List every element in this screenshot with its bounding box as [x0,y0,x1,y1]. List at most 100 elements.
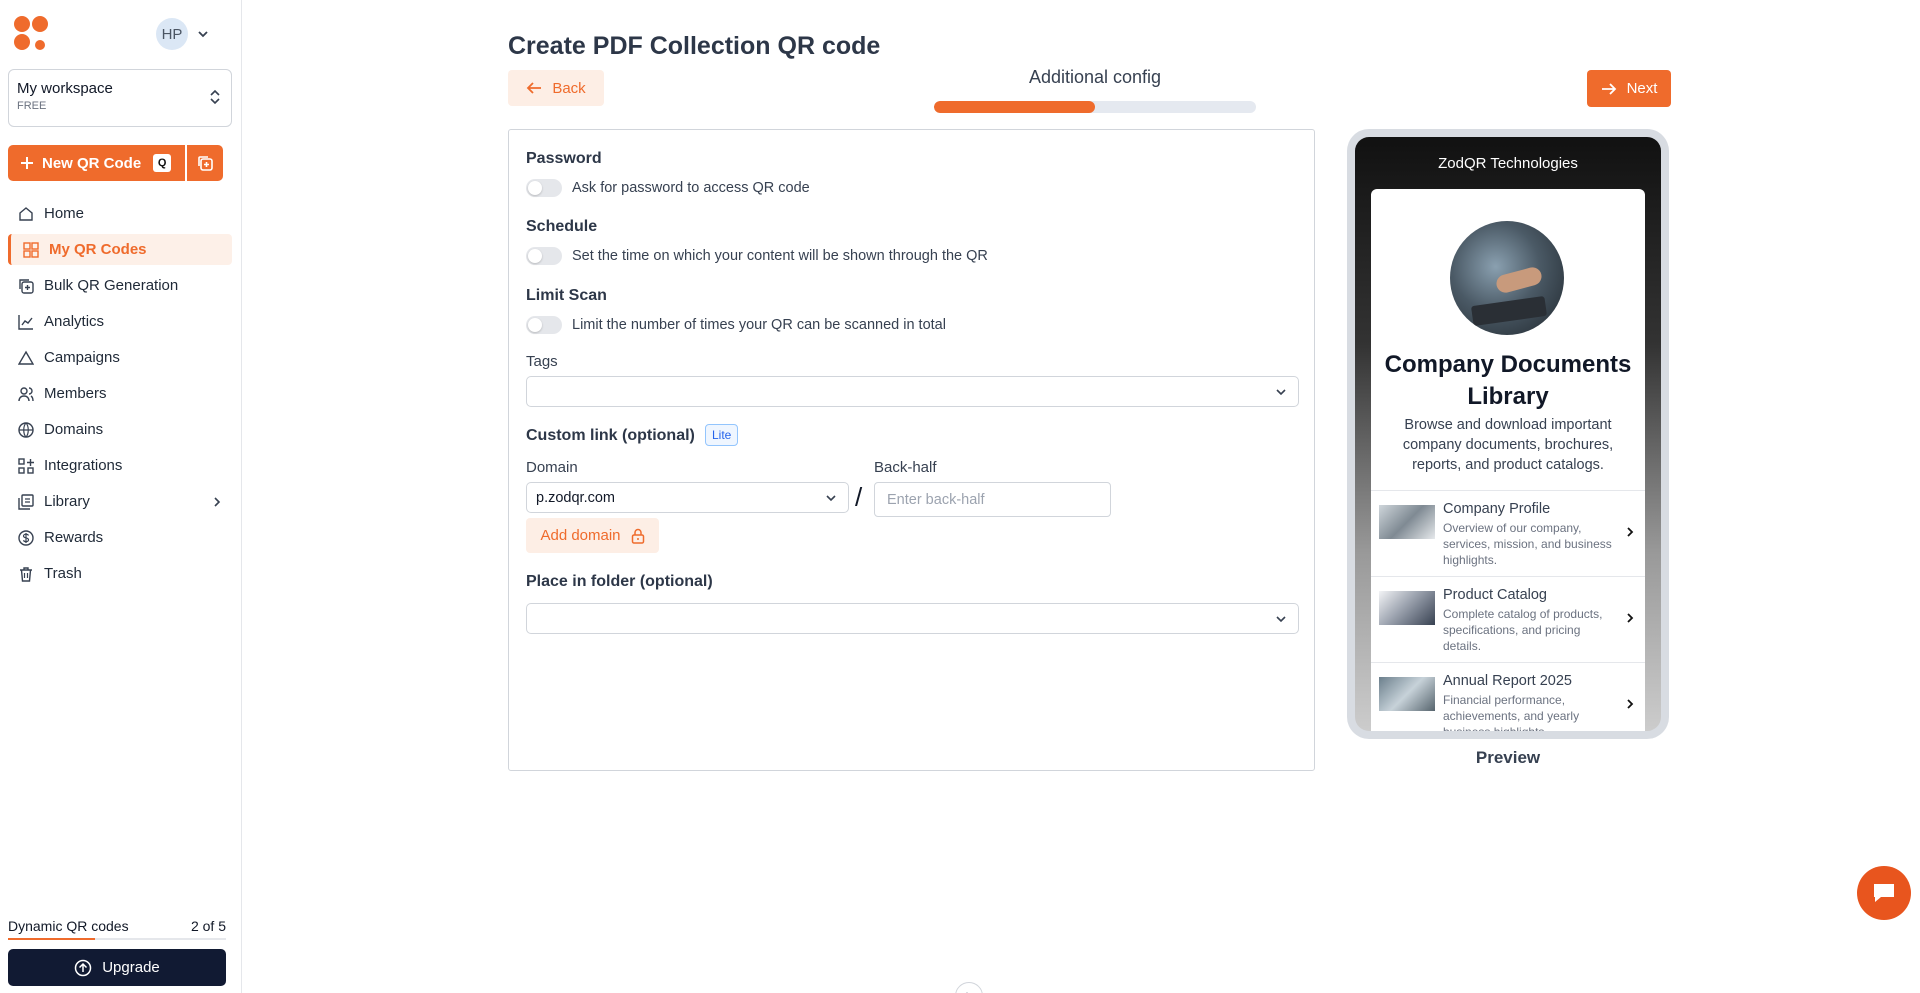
chevron-right-icon [1627,613,1634,623]
preview-title: Company Documents Library [1384,351,1632,410]
sidebar-item-my-qr-codes[interactable]: My QR Codes [8,234,232,265]
new-qr-code-button[interactable]: New QR Code Q [8,145,185,181]
next-button[interactable]: Next [1587,70,1671,107]
domain-label: Domain [526,459,578,476]
sidebar-item-home[interactable]: Home [8,198,232,229]
add-domain-label: Add domain [540,527,621,544]
domain-select[interactable]: p.zodqr.com [526,482,849,513]
upgrade-button[interactable]: Upgrade [8,949,226,986]
trash-icon [20,566,32,582]
qr-quota: Dynamic QR codes 2 of 5 [8,918,226,934]
password-toggle-label: Ask for password to access QR code [572,180,810,196]
schedule-toggle-label: Set the time on which your content will … [572,248,988,264]
sidebar-item-label: Integrations [44,457,123,474]
back-button[interactable]: Back [508,70,604,106]
arrow-left-icon [527,82,542,94]
limit-scan-toggle-row: Limit the number of times your QR can be… [526,316,946,334]
document-item[interactable]: Annual Report 2025 Financial performance… [1371,662,1645,731]
step-progress-bar [934,101,1256,113]
users-icon [18,386,34,401]
sidebar-item-label: My QR Codes [49,241,147,258]
step-label: Additional config [1028,67,1162,87]
preview-description: Browse and download important company do… [1402,417,1614,473]
limit-scan-toggle-label: Limit the number of times your QR can be… [572,317,946,333]
account-menu[interactable]: HP [156,18,210,50]
sidebar-item-label: Analytics [44,313,105,330]
password-toggle[interactable] [526,179,562,197]
folder-select[interactable] [526,603,1299,634]
password-toggle-row: Ask for password to access QR code [526,179,810,197]
page-title: Create PDF Collection QR code [508,32,881,60]
schedule-toggle-row: Set the time on which your content will … [526,247,988,265]
bulk-create-button[interactable] [187,145,223,181]
sidebar-item-campaigns[interactable]: Campaigns [8,342,232,373]
document-title: Annual Report 2025 [1443,673,1572,689]
document-title: Product Catalog [1443,587,1547,603]
phone-screen[interactable]: ZodQR Technologies Company Documents Lib… [1355,137,1661,731]
arrow-right-icon [1601,82,1616,95]
sidebar-item-members[interactable]: Members [8,378,232,409]
tags-label: Tags [526,353,558,370]
document-description: Complete catalog of products, specificat… [1443,607,1603,653]
lock-icon [631,528,644,544]
document-item[interactable]: Company Profile Overview of our company,… [1371,490,1645,576]
chevron-right-icon [1627,527,1634,537]
sidebar-item-integrations[interactable]: Integrations [8,450,232,481]
sidebar: HP My workspace FREE New QR Code Q Home … [0,0,242,993]
chevron-down-icon [1276,616,1286,623]
triangle-icon [18,350,34,365]
sidebar-item-label: Campaigns [44,349,120,366]
upgrade-icon [74,959,92,976]
puzzle-icon [18,457,34,474]
quota-label: Dynamic QR codes [8,918,129,934]
quota-progress-fill [8,938,96,940]
footer-logo[interactable] [955,982,983,993]
lite-badge: Lite [705,424,739,446]
backhalf-input[interactable]: Enter back-half [874,482,1111,517]
sidebar-item-label: Library [44,493,90,510]
sidebar-item-library[interactable]: Library [8,486,232,517]
plus-icon [21,157,33,169]
chart-icon [18,314,33,330]
sidebar-item-label: Home [44,205,85,222]
chevron-up-down-icon [210,89,220,105]
sidebar-item-trash[interactable]: Trash [8,558,232,589]
chat-icon [1874,884,1894,902]
link-separator: / [855,482,863,512]
schedule-toggle[interactable] [526,247,562,265]
copy-plus-icon [19,278,34,294]
sidebar-item-label: Trash [44,565,82,582]
workspace-plan: FREE [17,100,47,112]
sidebar-item-analytics[interactable]: Analytics [8,306,232,337]
password-title: Password [526,150,602,167]
tags-select[interactable] [526,376,1299,407]
home-icon [19,206,33,221]
step-progress-fill [934,101,1095,113]
avatar[interactable]: HP [156,18,188,50]
folder-title: Place in folder (optional) [526,573,713,590]
chat-button[interactable] [1857,866,1911,920]
limit-scan-toggle[interactable] [526,316,562,334]
workspace-name: My workspace [17,80,113,97]
sidebar-nav: Home My QR Codes Bulk QR Generation Anal… [8,198,232,594]
sidebar-item-label: Rewards [44,529,104,546]
workspace-selector[interactable]: My workspace FREE [8,69,232,127]
sidebar-item-rewards[interactable]: Rewards [8,522,232,553]
sidebar-item-bulk-qr-generation[interactable]: Bulk QR Generation [8,270,232,301]
domain-value: p.zodqr.com [536,489,615,506]
document-title: Company Profile [1443,501,1551,517]
sidebar-item-label: Members [44,385,107,402]
chevron-down-icon [198,31,208,38]
add-domain-button[interactable]: Add domain [526,518,659,553]
quota-progress-bar [8,938,226,940]
document-thumbnail [1379,677,1435,711]
app-logo[interactable] [14,16,50,52]
preview-company: ZodQR Technologies [1438,155,1578,172]
shortcut-badge: Q [153,154,172,172]
document-item[interactable]: Product Catalog Complete catalog of prod… [1371,576,1645,662]
document-thumbnail [1379,591,1435,625]
back-label: Back [552,79,586,97]
new-qr-code-label: New QR Code [42,154,142,172]
sidebar-item-domains[interactable]: Domains [8,414,232,445]
upgrade-label: Upgrade [102,959,160,976]
